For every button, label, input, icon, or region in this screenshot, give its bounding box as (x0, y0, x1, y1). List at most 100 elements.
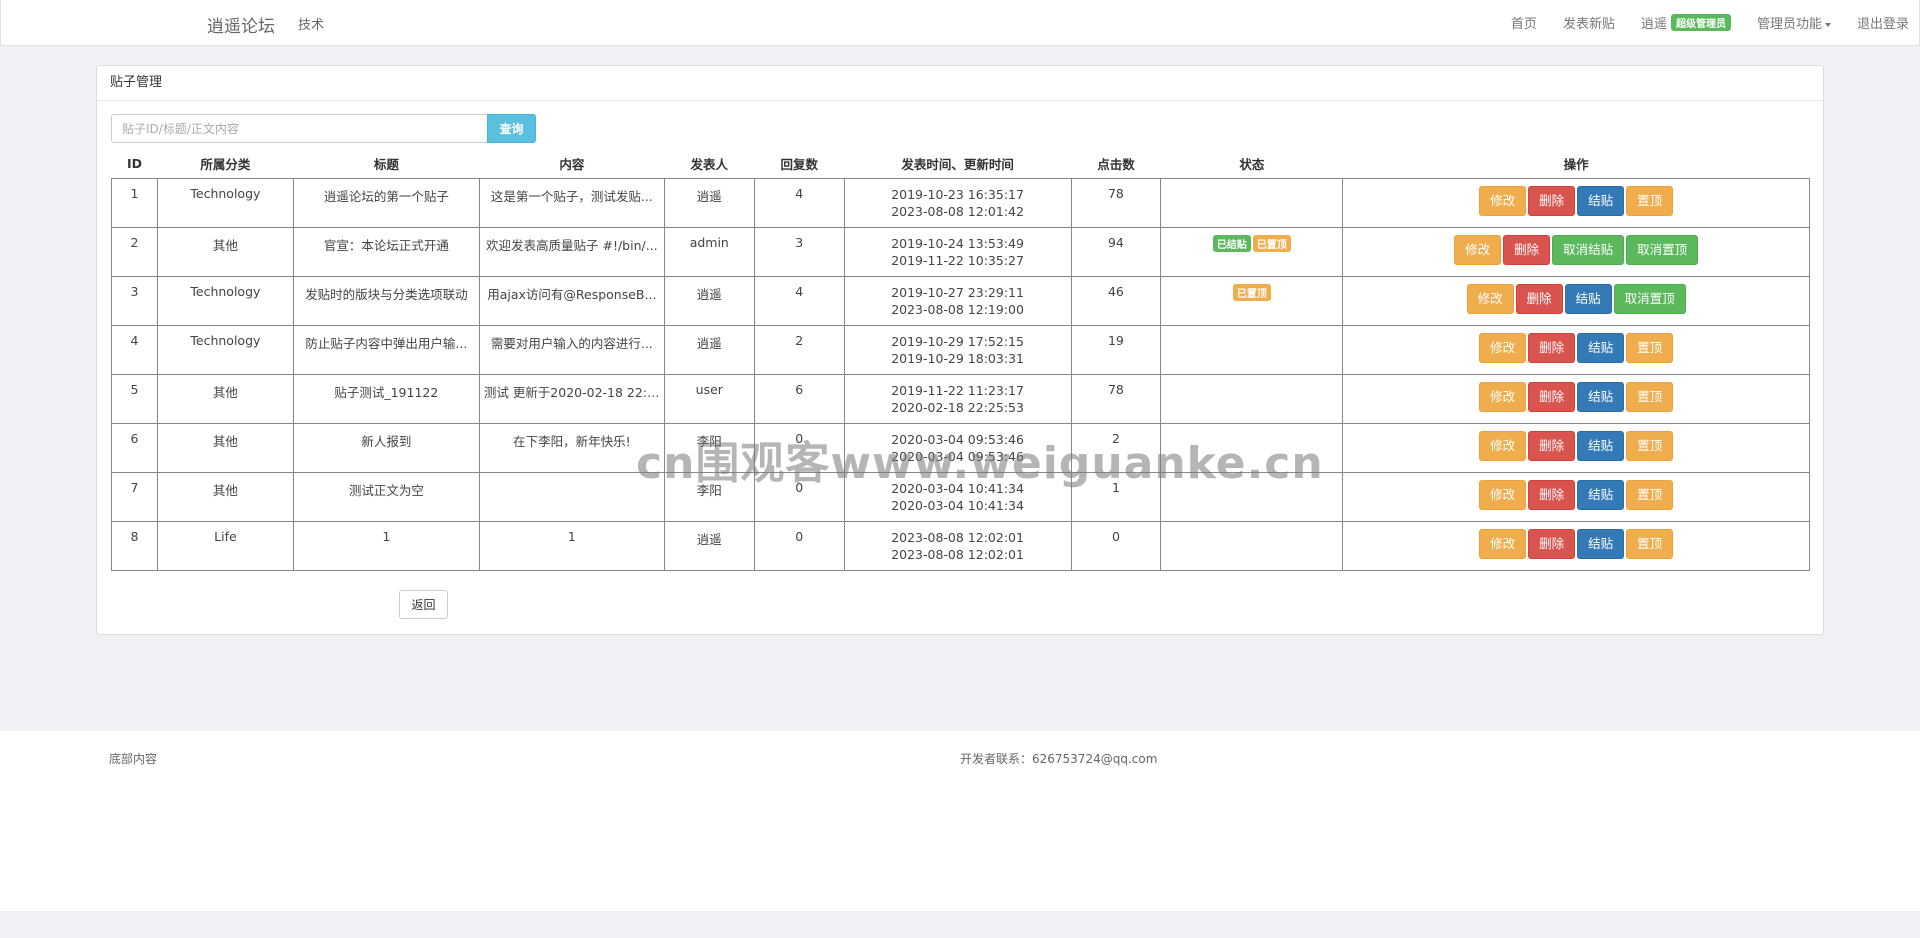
cell-category: Technology (156, 276, 294, 326)
cell-actions: 修改 删除 取消结贴 取消置顶 (1342, 227, 1810, 277)
cell-actions: 修改 删除 结贴 取消置顶 (1342, 276, 1810, 326)
edit-button[interactable]: 修改 (1479, 186, 1527, 216)
brand-logo[interactable]: 逍遥论坛 (207, 12, 275, 37)
cell-actions: 修改 删除 结贴 置顶 (1342, 472, 1810, 522)
cell-clicks: 46 (1070, 276, 1162, 326)
cell-actions: 修改 删除 结贴 置顶 (1342, 374, 1810, 424)
pinned-badge: 已置顶 (1252, 235, 1291, 252)
close-post-button[interactable]: 结贴 (1577, 382, 1625, 412)
table-row: 5 其他 贴子测试_191122 测试 更新于2020-02-18 22:25 user… (111, 374, 1810, 424)
delete-button[interactable]: 删除 (1528, 333, 1576, 363)
nav-link-tech[interactable]: 技术 (298, 14, 324, 33)
close-post-button[interactable]: 结贴 (1577, 480, 1625, 510)
cell-author: 逍遥 (663, 325, 755, 375)
cell-id: 3 (111, 276, 158, 326)
cell-status (1160, 374, 1344, 424)
close-post-button[interactable]: 结贴 (1564, 284, 1612, 314)
pin-button[interactable]: 置顶 (1626, 186, 1674, 216)
col-header-category: 所属分类 (200, 156, 251, 172)
nav-username[interactable]: 逍遥 (1641, 13, 1667, 32)
updated-time: 2020-02-18 22:25:53 (891, 400, 1024, 415)
posts-table: ID 所属分类 标题 内容 发表人 回复数 发表时间、更新时间 点击数 状态 操… (111, 148, 1810, 571)
close-post-button[interactable]: 结贴 (1577, 431, 1625, 461)
updated-time: 2019-11-22 10:35:27 (891, 253, 1024, 268)
reopen-post-button[interactable]: 取消结贴 (1552, 235, 1625, 265)
nav-user[interactable]: 逍遥 超级管理员 (1641, 13, 1731, 32)
cell-replies: 6 (753, 374, 845, 424)
watermark-text: cn围观客www.weiguanke.cn (636, 438, 1324, 489)
cell-category: 其他 (156, 472, 294, 522)
updated-time: 2023-08-08 12:02:01 (891, 547, 1024, 562)
table-row: 1 Technology 逍遥论坛的第一个贴子 这是第一个贴子，测试发贴... 逍遥 4 2… (111, 178, 1810, 228)
cell-title: 逍遥论坛的第一个贴子 (292, 178, 480, 228)
table-row: 3 Technology 发贴时的版块与分类选项联动 用ajax访问有@Respons… (111, 276, 1810, 326)
cell-clicks: 19 (1070, 325, 1162, 375)
cell-actions: 修改 删除 结贴 置顶 (1342, 178, 1810, 228)
cell-time: 2019-11-22 11:23:17 2020-02-18 22:25:53 (843, 374, 1072, 424)
nav-link-new-post[interactable]: 发表新贴 (1563, 13, 1615, 32)
delete-button[interactable]: 删除 (1528, 382, 1576, 412)
edit-button[interactable]: 修改 (1454, 235, 1502, 265)
pin-button[interactable]: 置顶 (1626, 333, 1674, 363)
cell-category: 其他 (156, 374, 294, 424)
col-header-title: 标题 (373, 156, 399, 172)
close-post-button[interactable]: 结贴 (1577, 186, 1625, 216)
cell-content: 欢迎发表高质量贴子 #!/bin/... (478, 227, 665, 277)
cell-title: 测试正文为空 (292, 472, 480, 522)
col-header-content: 内容 (559, 156, 585, 172)
delete-button[interactable]: 删除 (1528, 186, 1576, 216)
table-row: 4 Technology 防止贴子内容中弹出用户输... 需要对用户输入的内容进行..… (111, 325, 1810, 375)
close-post-button[interactable]: 结贴 (1577, 529, 1625, 559)
cell-content: 这是第一个贴子，测试发贴... (478, 178, 665, 228)
nav-link-home[interactable]: 首页 (1511, 13, 1537, 32)
cell-content: 测试 更新于2020-02-18 22:25 (478, 374, 665, 424)
search-button[interactable]: 查询 (487, 114, 536, 143)
created-time: 2019-10-23 16:35:17 (891, 187, 1024, 202)
col-header-actions: 操作 (1563, 156, 1589, 172)
delete-button[interactable]: 删除 (1515, 284, 1563, 314)
cell-author: 逍遥 (663, 178, 755, 228)
cell-id: 5 (111, 374, 158, 424)
edit-button[interactable]: 修改 (1479, 431, 1527, 461)
nav-link-logout[interactable]: 退出登录 (1857, 13, 1909, 32)
edit-button[interactable]: 修改 (1466, 284, 1514, 314)
pin-button[interactable]: 置顶 (1626, 382, 1674, 412)
created-time: 2019-10-24 13:53:49 (891, 236, 1024, 251)
cell-title: 官宣：本论坛正式开通 (292, 227, 480, 277)
search-input[interactable] (111, 114, 504, 143)
edit-button[interactable]: 修改 (1479, 382, 1527, 412)
cell-status (1160, 178, 1344, 228)
table-row: 8 Life 1 1 逍遥 0 2023-08-08 12:02:01 2023-08-08 … (111, 521, 1810, 571)
cell-title: 贴子测试_191122 (292, 374, 480, 424)
cell-category: 其他 (156, 227, 294, 277)
cell-time: 2019-10-23 16:35:17 2023-08-08 12:01:42 (843, 178, 1072, 228)
footer-content: 底部内容 (109, 752, 158, 766)
cell-id: 6 (111, 423, 158, 473)
cell-id: 7 (111, 472, 158, 522)
updated-time: 2023-08-08 12:19:00 (891, 302, 1024, 317)
delete-button[interactable]: 删除 (1503, 235, 1551, 265)
delete-button[interactable]: 删除 (1528, 431, 1576, 461)
post-management-panel: 贴子管理 查询 ID 所属分类 标题 内容 发表人 回复数 发表时间、更新时间 … (96, 65, 1824, 635)
edit-button[interactable]: 修改 (1479, 529, 1527, 559)
pin-button[interactable]: 置顶 (1626, 529, 1674, 559)
pin-button[interactable]: 置顶 (1626, 480, 1674, 510)
col-header-status: 状态 (1239, 156, 1265, 172)
edit-button[interactable]: 修改 (1479, 333, 1527, 363)
delete-button[interactable]: 删除 (1528, 480, 1576, 510)
cell-replies: 4 (753, 276, 845, 326)
pin-button[interactable]: 置顶 (1626, 431, 1674, 461)
cell-author: 逍遥 (663, 521, 755, 571)
nav-right-group: 首页 发表新贴 逍遥 超级管理员 管理员功能 退出登录 (1511, 0, 1909, 45)
admin-menu-dropdown[interactable]: 管理员功能 (1757, 13, 1831, 32)
back-button[interactable]: 返回 (399, 590, 448, 619)
edit-button[interactable]: 修改 (1479, 480, 1527, 510)
cell-title: 防止贴子内容中弹出用户输... (292, 325, 480, 375)
created-time: 2023-08-08 12:02:01 (891, 530, 1024, 545)
close-post-button[interactable]: 结贴 (1577, 333, 1625, 363)
unpin-button[interactable]: 取消置顶 (1613, 284, 1686, 314)
footer-contact: 开发者联系：626753724@qq.com (960, 752, 1158, 766)
delete-button[interactable]: 删除 (1528, 529, 1576, 559)
unpin-button[interactable]: 取消置顶 (1626, 235, 1699, 265)
cell-category: Technology (156, 325, 294, 375)
